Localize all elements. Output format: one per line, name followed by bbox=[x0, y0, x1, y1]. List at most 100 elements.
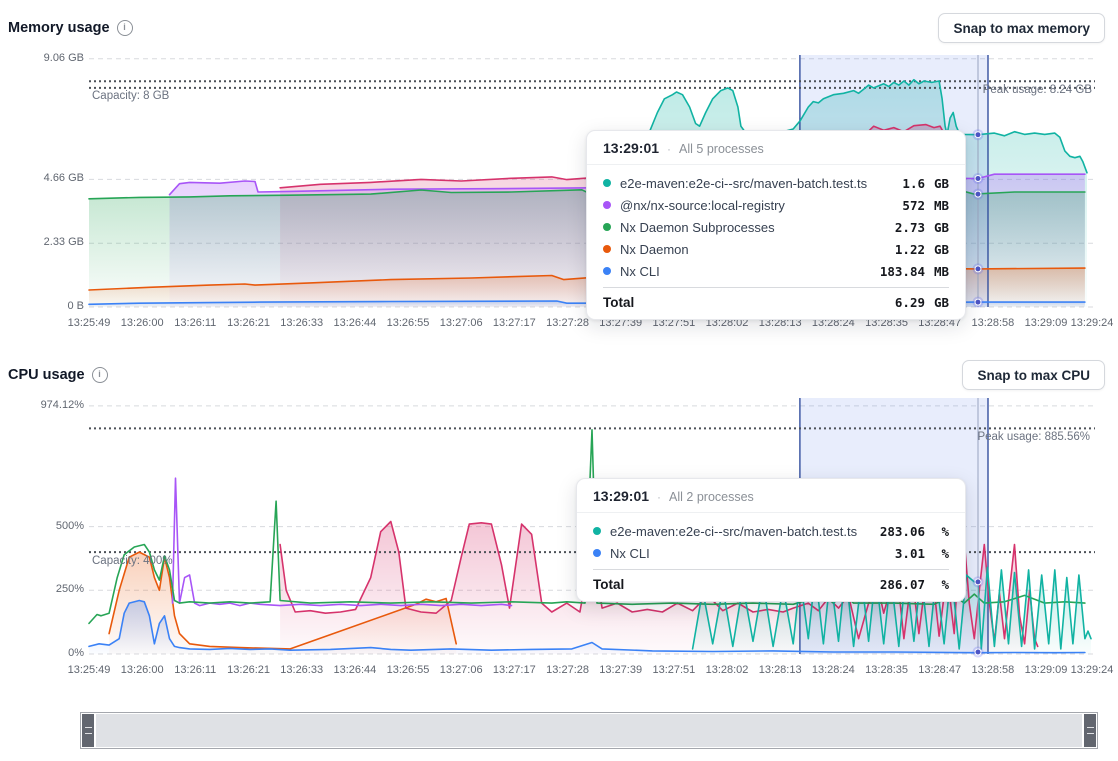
x-axis-tick: 13:26:33 bbox=[280, 664, 323, 676]
x-axis-tick: 13:26:55 bbox=[387, 664, 430, 676]
info-icon[interactable]: i bbox=[92, 367, 108, 383]
series-color-dot bbox=[593, 549, 601, 557]
range-handle-left[interactable] bbox=[82, 714, 94, 747]
memory-header: Memory usage i Snap to max memory bbox=[8, 13, 1105, 43]
time-range-selector[interactable] bbox=[80, 712, 1098, 749]
x-axis-tick: 13:27:06 bbox=[440, 317, 483, 329]
cpu-tooltip: 13:29:01 · All 2 processes e2e-maven:e2e… bbox=[576, 478, 966, 602]
x-axis-tick: 13:27:51 bbox=[652, 664, 695, 676]
tooltip-subtitle: All 2 processes bbox=[669, 490, 754, 504]
tooltip-row: Nx Daemon1.22GB bbox=[603, 238, 949, 260]
hover-dot bbox=[975, 191, 981, 197]
hover-dot bbox=[975, 299, 981, 305]
x-axis-tick: 13:28:35 bbox=[865, 664, 908, 676]
process-unit: % bbox=[925, 546, 949, 561]
snap-to-max-memory-button[interactable]: Snap to max memory bbox=[938, 13, 1105, 43]
hover-dot bbox=[975, 132, 981, 138]
grip-icon bbox=[85, 727, 92, 734]
info-icon[interactable]: i bbox=[117, 20, 133, 36]
x-axis-tick: 13:29:24 bbox=[1071, 664, 1114, 676]
process-name: Nx CLI bbox=[610, 546, 895, 561]
x-axis-tick: 13:26:21 bbox=[227, 317, 270, 329]
x-axis-tick: 13:26:33 bbox=[280, 317, 323, 329]
process-name: e2e-maven:e2e-ci--src/maven-batch.test.t… bbox=[620, 176, 902, 191]
process-unit: GB bbox=[925, 242, 949, 257]
memory-tooltip: 13:29:01 · All 5 processes e2e-maven:e2e… bbox=[586, 130, 966, 320]
tooltip-time: 13:29:01 bbox=[593, 488, 649, 504]
tooltip-subtitle: All 5 processes bbox=[679, 142, 764, 156]
process-name: Nx Daemon Subprocesses bbox=[620, 220, 895, 235]
hover-dot bbox=[975, 266, 981, 272]
series-color-dot bbox=[603, 245, 611, 253]
process-unit: GB bbox=[925, 220, 949, 235]
y-axis-tick: 974.12% bbox=[0, 399, 84, 411]
x-axis-tick: 13:25:49 bbox=[68, 664, 111, 676]
x-axis-tick: 13:27:06 bbox=[440, 664, 483, 676]
y-axis-tick: 9.06 GB bbox=[0, 52, 84, 64]
cpu-peak-label: Peak usage: 885.56% bbox=[977, 431, 1090, 443]
process-value: 572 bbox=[902, 198, 925, 213]
x-axis-tick: 13:27:39 bbox=[599, 664, 642, 676]
tooltip-total-unit: % bbox=[925, 577, 949, 592]
x-axis-tick: 13:26:44 bbox=[333, 317, 376, 329]
tooltip-row: e2e-maven:e2e-ci--src/maven-batch.test.t… bbox=[593, 520, 949, 542]
cpu-title: CPU usage bbox=[8, 367, 85, 383]
series-color-dot bbox=[603, 201, 611, 209]
series-color-dot bbox=[603, 267, 611, 275]
grip-icon bbox=[1087, 727, 1094, 734]
separator: · bbox=[657, 490, 661, 504]
x-axis-tick: 13:27:28 bbox=[546, 317, 589, 329]
separator: · bbox=[667, 142, 671, 156]
y-axis-tick: 0 B bbox=[0, 300, 84, 312]
process-name: @nx/nx-source:local-registry bbox=[620, 198, 902, 213]
x-axis-tick: 13:28:58 bbox=[971, 664, 1014, 676]
hover-dot bbox=[975, 579, 981, 585]
x-axis-tick: 13:28:13 bbox=[759, 664, 802, 676]
range-handle-right[interactable] bbox=[1084, 714, 1096, 747]
process-value: 183.84 bbox=[880, 264, 925, 279]
cpu-x-axis: 13:25:4913:26:0013:26:1113:26:2113:26:33… bbox=[89, 664, 1095, 678]
x-axis-tick: 13:26:11 bbox=[174, 664, 216, 676]
memory-peak-label: Peak usage: 8.24 GB bbox=[983, 84, 1092, 96]
profiler-page: Memory usage i Snap to max memory 9.06 G… bbox=[0, 0, 1118, 761]
process-unit: GB bbox=[925, 176, 949, 191]
hover-dot bbox=[975, 649, 981, 655]
x-axis-tick: 13:26:00 bbox=[121, 664, 164, 676]
cpu-capacity-label: Capacity: 400% bbox=[92, 555, 173, 567]
series-color-dot bbox=[593, 527, 601, 535]
y-axis-tick: 0% bbox=[0, 647, 84, 659]
process-value: 1.22 bbox=[895, 242, 925, 257]
memory-capacity-label: Capacity: 8 GB bbox=[92, 90, 169, 102]
tooltip-row: Nx CLI3.01% bbox=[593, 542, 949, 564]
cpu-header: CPU usage i Snap to max CPU bbox=[8, 360, 1105, 390]
x-axis-tick: 13:26:11 bbox=[174, 317, 216, 329]
tooltip-total-value: 286.07 bbox=[880, 577, 925, 592]
x-axis-tick: 13:27:17 bbox=[493, 317, 536, 329]
process-unit: MB bbox=[925, 264, 949, 279]
tooltip-row: e2e-maven:e2e-ci--src/maven-batch.test.t… bbox=[603, 172, 949, 194]
y-axis-tick: 500% bbox=[0, 520, 84, 532]
process-unit: % bbox=[925, 524, 949, 539]
x-axis-tick: 13:28:58 bbox=[971, 317, 1014, 329]
process-name: Nx CLI bbox=[620, 264, 880, 279]
tooltip-total-label: Total bbox=[593, 577, 880, 592]
process-value: 3.01 bbox=[895, 546, 925, 561]
tooltip-row: Nx CLI183.84MB bbox=[603, 260, 949, 282]
x-axis-tick: 13:27:17 bbox=[493, 664, 536, 676]
process-value: 2.73 bbox=[895, 220, 925, 235]
y-axis-tick: 4.66 GB bbox=[0, 172, 84, 184]
x-axis-tick: 13:27:28 bbox=[546, 664, 589, 676]
tooltip-total-unit: GB bbox=[925, 295, 949, 310]
x-axis-tick: 13:26:00 bbox=[121, 317, 164, 329]
x-axis-tick: 13:26:21 bbox=[227, 664, 270, 676]
range-track[interactable] bbox=[96, 714, 1082, 747]
y-axis-tick: 2.33 GB bbox=[0, 236, 84, 248]
snap-to-max-cpu-button[interactable]: Snap to max CPU bbox=[962, 360, 1105, 390]
tooltip-time: 13:29:01 bbox=[603, 140, 659, 156]
x-axis-tick: 13:29:09 bbox=[1025, 664, 1068, 676]
x-axis-tick: 13:26:44 bbox=[333, 664, 376, 676]
tooltip-row: @nx/nx-source:local-registry572MB bbox=[603, 194, 949, 216]
memory-title: Memory usage bbox=[8, 20, 110, 36]
x-axis-tick: 13:28:02 bbox=[706, 664, 749, 676]
process-value: 1.6 bbox=[902, 176, 925, 191]
